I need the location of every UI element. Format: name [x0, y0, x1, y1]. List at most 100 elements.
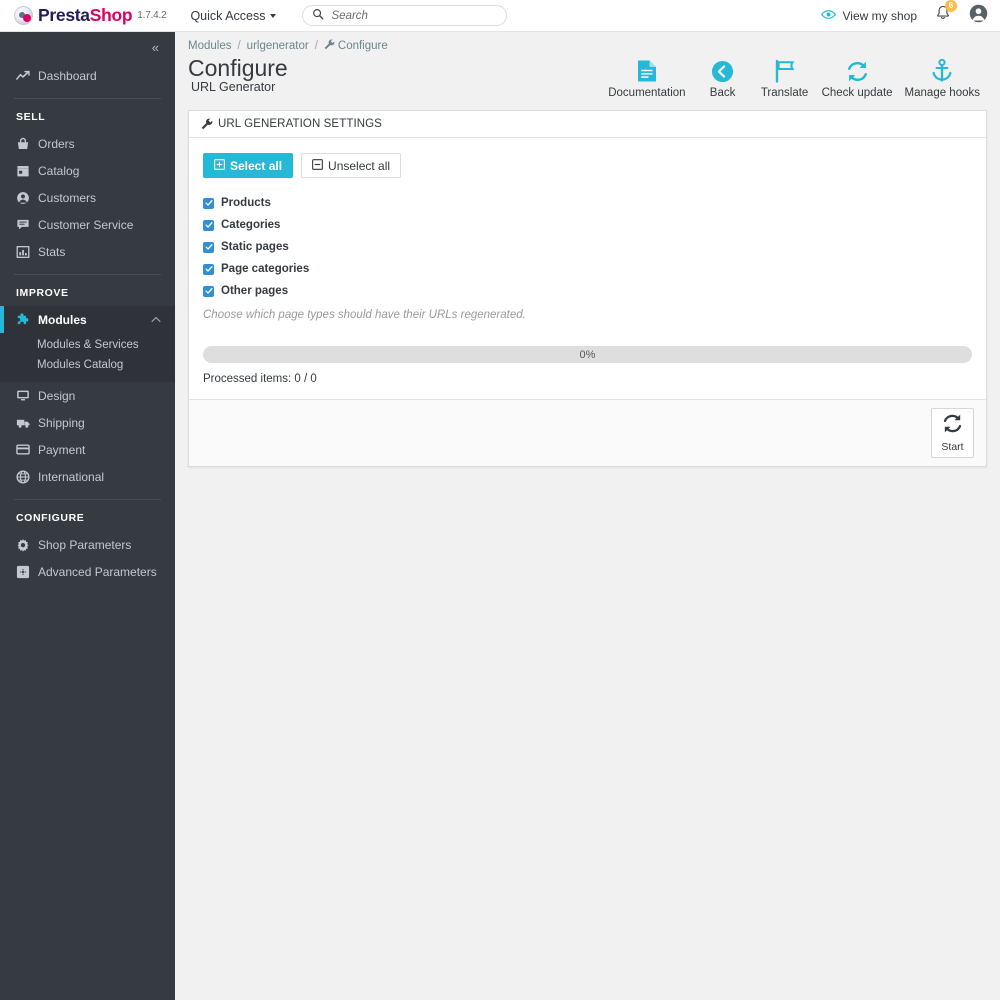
sidebar-item-label: Modules	[38, 312, 87, 327]
breadcrumb-separator: /	[314, 40, 318, 52]
checkbox-static-pages[interactable]	[203, 241, 214, 253]
page-header: Configure URL Generator Documentation Ba…	[175, 53, 1000, 99]
sidebar-item-customer-service[interactable]: Customer Service	[0, 211, 175, 238]
refresh-icon	[942, 413, 963, 439]
notification-badge: 6	[945, 0, 957, 12]
modules-submenu: Modules & Services Modules Catalog	[0, 333, 175, 382]
checkbox-row-static-pages[interactable]: Static pages	[203, 236, 972, 258]
toolbar-button-documentation[interactable]: Documentation	[602, 56, 691, 99]
sidebar-item-label: Customers	[38, 190, 97, 205]
sidebar-subitem-label: Modules & Services	[37, 339, 139, 351]
view-my-shop-label: View my shop	[842, 8, 917, 23]
sidebar-item-label: Orders	[38, 136, 75, 151]
prestashop-logo[interactable]: PrestaShop 1.7.4.2	[14, 5, 167, 26]
select-all-button[interactable]: Select all	[203, 153, 294, 178]
checkbox-row-categories[interactable]: Categories	[203, 214, 972, 236]
anchor-icon	[931, 58, 953, 84]
search-input[interactable]	[331, 9, 492, 22]
sidebar: « Dashboard SELL Orders Catalog Customer…	[0, 32, 175, 1000]
sidebar-item-label: Shop Parameters	[38, 537, 132, 552]
breadcrumb-item-urlgenerator[interactable]: urlgenerator	[247, 40, 309, 52]
user-account-button[interactable]	[969, 4, 988, 28]
breadcrumb-item-modules[interactable]: Modules	[188, 40, 231, 52]
sidebar-subitem-modules-catalog[interactable]: Modules Catalog	[0, 355, 175, 375]
prestashop-logo-mark	[14, 6, 33, 25]
checkbox-page-categories[interactable]	[203, 263, 214, 275]
unselect-all-label: Unselect all	[328, 158, 391, 173]
checkbox-label: Other pages	[221, 285, 289, 297]
sidebar-item-advanced-parameters[interactable]: Advanced Parameters	[0, 558, 175, 585]
gear-icon	[16, 538, 33, 552]
eye-icon	[820, 9, 836, 23]
sidebar-collapse-button[interactable]: «	[0, 32, 175, 62]
toolbar-button-label: Back	[709, 87, 736, 99]
basket-icon	[16, 137, 33, 151]
quick-access-dropdown[interactable]: Quick Access	[190, 9, 277, 23]
person-icon	[16, 191, 33, 205]
checkbox-row-other-pages[interactable]: Other pages	[203, 280, 972, 302]
sidebar-item-shop-parameters[interactable]: Shop Parameters	[0, 531, 175, 558]
select-all-label: Select all	[230, 158, 283, 173]
selection-buttons: Select all Unselect all	[203, 153, 972, 178]
toolbar-button-back[interactable]: Back	[692, 56, 754, 99]
sidebar-item-modules[interactable]: Modules	[0, 306, 175, 333]
sidebar-item-label: International	[38, 469, 105, 484]
wrench-icon	[324, 39, 335, 53]
page-title: Configure	[188, 55, 288, 81]
search-icon	[312, 7, 324, 25]
panel-title: URL GENERATION SETTINGS	[218, 118, 382, 130]
sidebar-item-design[interactable]: Design	[0, 382, 175, 409]
store-icon	[16, 164, 33, 178]
sidebar-subitem-modules-and-services[interactable]: Modules & Services	[0, 335, 175, 355]
sidebar-item-shipping[interactable]: Shipping	[0, 409, 175, 436]
panel-footer: Start	[189, 399, 986, 466]
sidebar-item-label: Catalog	[38, 163, 80, 178]
toolbar-button-translate[interactable]: Translate	[754, 56, 816, 99]
search-box[interactable]	[302, 5, 508, 26]
truck-icon	[16, 417, 33, 429]
sidebar-section-configure: CONFIGURE	[16, 512, 85, 524]
page-title-group: Configure URL Generator	[188, 56, 288, 94]
settings-hint: Choose which page types should have thei…	[203, 309, 526, 321]
top-header: PrestaShop 1.7.4.2 Quick Access View my …	[0, 0, 1000, 32]
refresh-icon	[846, 58, 869, 84]
checkbox-row-products[interactable]: Products	[203, 192, 972, 214]
sidebar-item-international[interactable]: International	[0, 463, 175, 490]
toolbar-button-label: Manage hooks	[904, 87, 980, 99]
start-button[interactable]: Start	[931, 408, 974, 458]
toolbar-button-check-update[interactable]: Check update	[816, 56, 899, 99]
unselect-all-button[interactable]: Unselect all	[301, 153, 402, 178]
sidebar-item-customers[interactable]: Customers	[0, 184, 175, 211]
main-content: Modules / urlgenerator / Configure Confi…	[175, 32, 1000, 1000]
checkbox-label: Page categories	[221, 263, 310, 275]
sidebar-item-label: Payment	[38, 442, 86, 457]
sidebar-item-orders[interactable]: Orders	[0, 130, 175, 157]
sidebar-item-label: Stats	[38, 244, 66, 259]
checkbox-label: Static pages	[221, 241, 289, 253]
checkbox-products[interactable]	[203, 197, 214, 209]
header-right-actions: View my shop 6	[814, 0, 988, 29]
breadcrumb-item-configure: Configure	[324, 39, 388, 53]
sidebar-item-stats[interactable]: Stats	[0, 238, 175, 265]
sidebar-item-payment[interactable]: Payment	[0, 436, 175, 463]
url-generation-settings-panel: URL GENERATION SETTINGS Select all Unsel…	[188, 110, 987, 467]
avatar	[969, 4, 988, 28]
sidebar-item-catalog[interactable]: Catalog	[0, 157, 175, 184]
checkbox-row-page-categories[interactable]: Page categories	[203, 258, 972, 280]
page-subtitle: URL Generator	[191, 79, 276, 94]
panel-header: URL GENERATION SETTINGS	[189, 111, 986, 138]
monitor-icon	[16, 389, 33, 402]
toolbar-button-manage-hooks[interactable]: Manage hooks	[899, 56, 986, 99]
brand-name-second: Shop	[89, 5, 133, 25]
notifications-button[interactable]: 6	[933, 0, 957, 29]
processed-items-label: Processed items: 0 / 0	[203, 373, 317, 385]
checkbox-categories[interactable]	[203, 219, 214, 231]
wrench-icon	[201, 118, 213, 130]
chevron-up-icon	[151, 315, 161, 325]
sidebar-item-label: Dashboard	[38, 68, 97, 83]
brand-name-first: Presta	[38, 5, 90, 25]
view-my-shop-link[interactable]: View my shop	[814, 9, 917, 23]
checkbox-other-pages[interactable]	[203, 285, 214, 297]
credit-card-icon	[16, 444, 33, 455]
sidebar-item-dashboard[interactable]: Dashboard	[0, 62, 175, 89]
